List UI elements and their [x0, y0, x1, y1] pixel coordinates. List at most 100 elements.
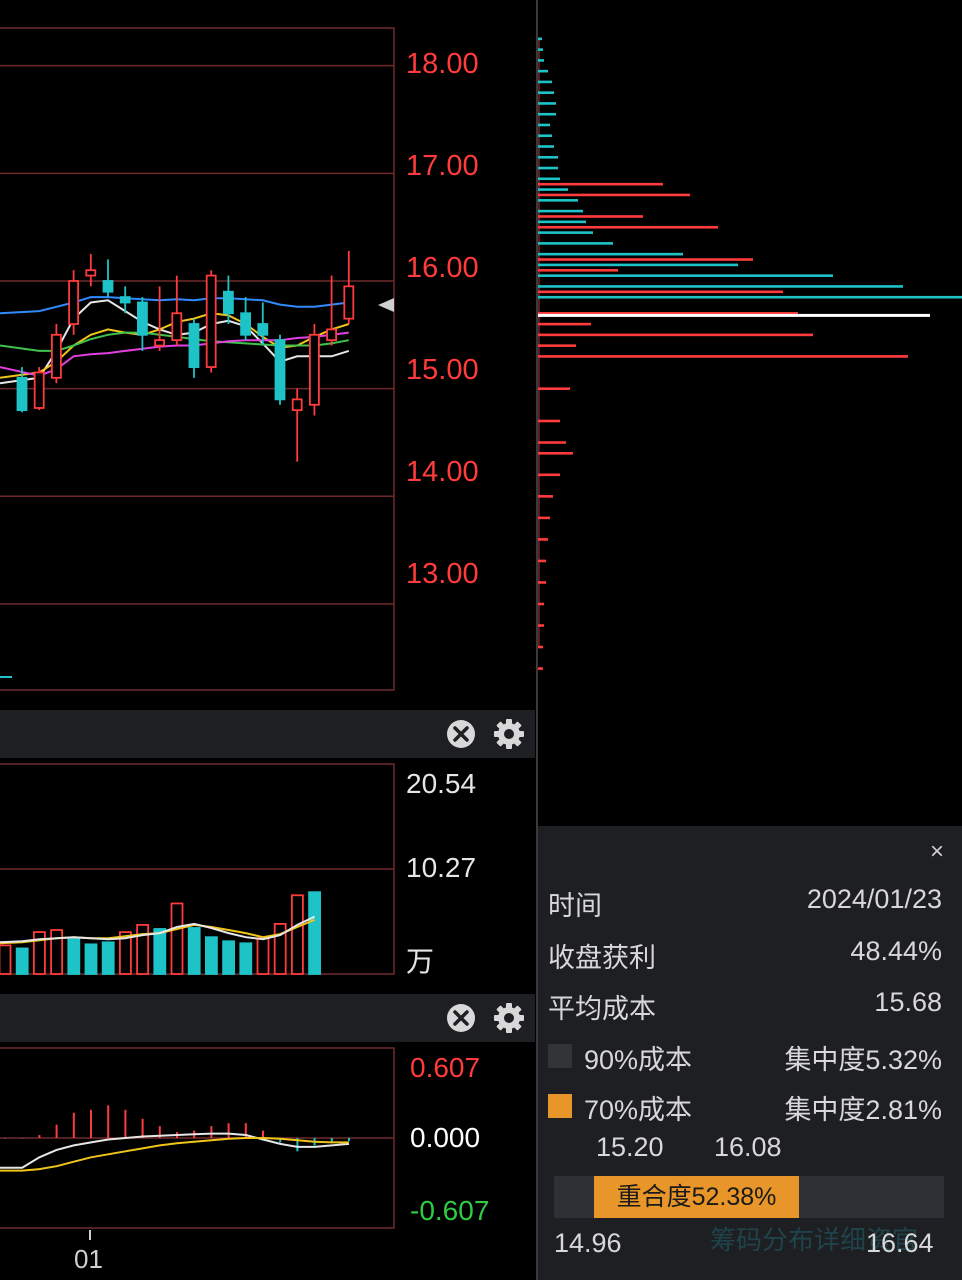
- volume-bars: [0, 891, 322, 975]
- candle-body-up: [326, 328, 338, 342]
- volume-bar-down: [15, 947, 29, 975]
- volume-bar-down: [187, 927, 201, 975]
- chip-info-panel: × 时间 2024/01/23 收盘获利 48.44% 平均成本 15.68 9…: [538, 826, 962, 1280]
- volume-panel-toolbar: [0, 710, 535, 758]
- volume-bar-down: [84, 943, 98, 975]
- chip-bar-profit: [538, 355, 908, 358]
- candle-body-down: [222, 290, 234, 315]
- chip-bar-profit: [538, 667, 543, 670]
- chip-bar-profit: [538, 473, 560, 477]
- close-circle-icon[interactable]: [445, 1002, 477, 1034]
- chip-bar-profit: [538, 344, 576, 347]
- candle-body-down: [274, 339, 286, 401]
- chip-bar-loss: [538, 177, 560, 181]
- chip-bar-loss: [538, 59, 544, 62]
- price-tick-label: 18.00: [406, 48, 479, 80]
- macd-tick-bottom: -0.607: [410, 1195, 490, 1226]
- chip-bar-profit: [538, 516, 550, 520]
- gear-icon[interactable]: [493, 1002, 525, 1034]
- cost90-concentration: 集中度5.32%: [784, 1045, 942, 1075]
- macd-grid: [0, 1047, 395, 1229]
- avg-cost-value: 15.68: [874, 987, 942, 1017]
- chip-distribution-panel: × 时间 2024/01/23 收盘获利 48.44% 平均成本 15.68 9…: [536, 0, 962, 1280]
- cost90-label: 90%成本: [584, 1045, 693, 1075]
- candle-body-down: [16, 376, 28, 412]
- price-tick-label: 16.00: [406, 252, 479, 284]
- chip-bar-loss: [538, 155, 558, 159]
- chip-bar-loss: [538, 263, 738, 267]
- chip-bar-loss: [538, 91, 554, 94]
- chip-bar-profit: [538, 182, 663, 186]
- cost70-concentration: 集中度2.81%: [784, 1095, 942, 1125]
- chip-bar-loss: [538, 102, 556, 105]
- chip-bar-loss: [538, 209, 583, 213]
- price-tick-label: 15.00: [406, 354, 479, 386]
- chip-bar-profit: [538, 559, 546, 563]
- chip-bar-profit: [538, 322, 591, 326]
- chip-bar-loss: [538, 285, 903, 288]
- volume-bar-down: [67, 938, 81, 975]
- macd-tick-top: 0.607: [410, 1052, 481, 1083]
- price-tick-label: 13.00: [406, 558, 479, 590]
- chip-bar-profit: [538, 215, 643, 218]
- candle-body-up: [68, 280, 79, 325]
- close-circle-icon[interactable]: [445, 718, 477, 750]
- chip-bar-loss: [538, 112, 556, 116]
- candle-body-down: [102, 280, 114, 293]
- main-chart-svg: [0, 27, 395, 1240]
- chip-bar-loss: [538, 220, 586, 224]
- volume-bar-up: [170, 902, 184, 975]
- price-pointer-icon: [378, 298, 394, 312]
- candle-body-up: [85, 269, 97, 277]
- cost70-label: 70%成本: [584, 1095, 693, 1125]
- candle-body-up: [33, 371, 45, 409]
- time-label: 时间: [548, 891, 602, 921]
- candle-body-down: [240, 312, 252, 336]
- chip-bar-loss: [538, 37, 542, 41]
- chip-bar-loss: [538, 188, 568, 191]
- chip-distribution-svg: [538, 37, 962, 670]
- volume-bar-up: [0, 944, 12, 975]
- chip-bar-profit: [538, 268, 618, 272]
- volume-bar-up: [136, 924, 150, 975]
- candle-body-down: [257, 323, 269, 336]
- gear-icon[interactable]: [493, 718, 525, 750]
- volume-tick-top: 20.54: [406, 768, 477, 799]
- chip-bar-profit: [538, 225, 718, 229]
- volume-bar-up: [50, 929, 63, 975]
- chip-bar-profit: [538, 193, 690, 197]
- date-axis-label: 01: [74, 1244, 103, 1274]
- candle-body-down: [188, 323, 200, 368]
- chip-bar-profit: [538, 290, 783, 294]
- chip-bar-loss: [538, 295, 962, 299]
- avg-cost-label: 平均成本: [548, 994, 656, 1024]
- range90-high: 16.64: [866, 1228, 934, 1258]
- chip-bar-profit: [538, 495, 553, 498]
- chip-bar-profit: [538, 441, 566, 444]
- chip-bar-loss: [538, 145, 554, 148]
- range70-high: 16.08: [714, 1132, 782, 1162]
- chip-bar-loss: [538, 274, 833, 277]
- chip-bar-profit: [538, 387, 570, 391]
- main-chart-panel: 18.00 17.00 16.00 15.00 14.00 13.00 20.5…: [0, 0, 535, 1280]
- price-tick-label: 14.00: [406, 456, 479, 488]
- chip-bar-loss: [538, 242, 613, 245]
- chip-bar-profit: [538, 451, 573, 455]
- chip-bar-profit: [538, 419, 560, 423]
- cost90-swatch: [548, 1044, 572, 1068]
- macd-panel-toolbar: [0, 994, 535, 1042]
- cost70-swatch: [548, 1094, 572, 1118]
- chip-bar-loss: [538, 252, 683, 256]
- volume-tick-mid: 10.27: [406, 852, 477, 883]
- candle-body-up: [205, 274, 217, 368]
- macd-tick-zero: 0.000: [410, 1122, 481, 1153]
- volume-unit: 万: [406, 946, 435, 977]
- chip-bar-loss: [538, 48, 543, 51]
- close-icon[interactable]: ×: [930, 838, 944, 866]
- volume-bar-up: [256, 937, 270, 975]
- candle-body-up: [343, 285, 355, 320]
- chip-bar-loss: [538, 123, 550, 127]
- candle-body-down: [136, 301, 148, 336]
- chip-bar-profit: [538, 624, 544, 627]
- volume-bar-down: [204, 936, 218, 975]
